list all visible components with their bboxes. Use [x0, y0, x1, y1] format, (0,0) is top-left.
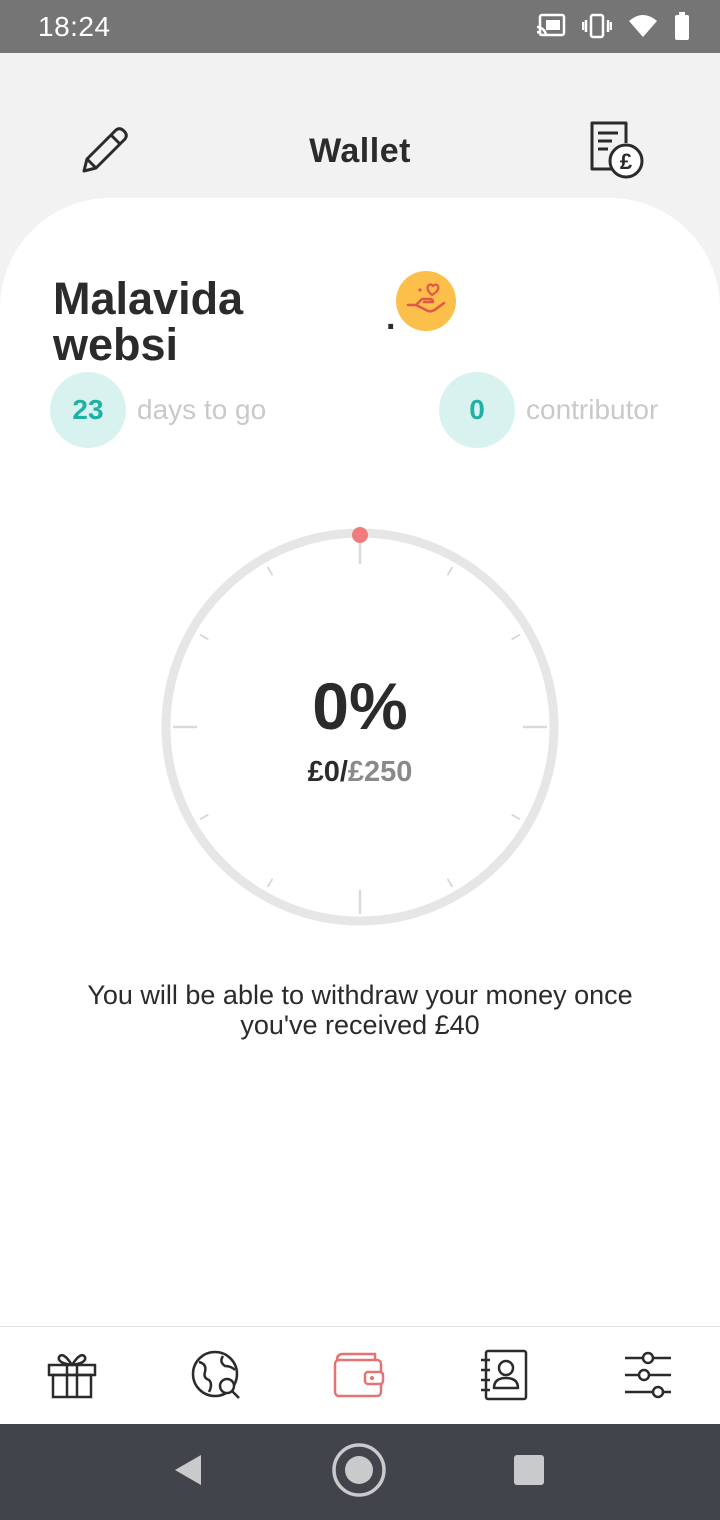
gift-icon	[45, 1349, 99, 1406]
nav-gifts[interactable]	[44, 1349, 100, 1405]
nav-contacts[interactable]	[475, 1349, 531, 1405]
status-bar: 18:24	[0, 0, 720, 53]
gauge-tick	[199, 634, 209, 640]
svg-text:£: £	[620, 149, 633, 174]
system-back-button[interactable]	[158, 1442, 218, 1502]
home-circle-icon	[330, 1441, 388, 1504]
wallet-name-suffix: .	[386, 299, 396, 337]
contacts-icon	[476, 1348, 530, 1407]
recents-square-icon	[513, 1454, 545, 1491]
wifi-icon	[628, 13, 658, 39]
withdraw-note: You will be able to withdraw your money …	[87, 980, 633, 1040]
gauge-tick	[267, 878, 273, 888]
system-nav-bar	[0, 1424, 720, 1520]
nav-settings[interactable]	[620, 1349, 676, 1405]
wallet-icon	[331, 1350, 387, 1405]
invoice-button[interactable]: £	[586, 119, 648, 181]
nav-wallet[interactable]	[331, 1349, 387, 1405]
amount-goal: £250	[347, 756, 413, 788]
back-triangle-icon	[171, 1453, 205, 1492]
contributor-label: contributor	[526, 394, 659, 425]
progress-amount: £0/£250	[0, 756, 720, 789]
amount-raised: £0	[307, 756, 340, 788]
gauge-marker	[352, 527, 368, 543]
nav-explore[interactable]	[188, 1349, 244, 1405]
wallet-name: Malavida websi	[53, 276, 244, 364]
status-time: 18:24	[38, 11, 111, 42]
battery-icon	[674, 12, 690, 40]
days-count: 23	[50, 372, 126, 448]
header: Wallet £	[0, 53, 720, 203]
globe-search-icon	[189, 1348, 243, 1407]
contributor-stat: 0 contributor	[439, 372, 658, 448]
days-label: days to go	[137, 394, 267, 425]
contributor-count: 0	[439, 372, 515, 448]
status-icons	[536, 12, 690, 40]
cast-icon	[536, 13, 566, 39]
bottom-nav	[0, 1326, 720, 1424]
invoice-pound-icon: £	[586, 121, 648, 185]
vibrate-icon	[582, 13, 612, 39]
system-recents-button[interactable]	[499, 1442, 559, 1502]
sliders-icon	[621, 1350, 675, 1405]
gauge-tick	[199, 814, 209, 820]
amount-separator: /	[339, 756, 348, 788]
gauge-tick	[511, 814, 521, 820]
wallet-badge	[396, 271, 456, 331]
hand-heart-icon	[406, 281, 446, 322]
gauge-tick	[267, 566, 273, 576]
gauge-tick	[447, 566, 453, 576]
gauge-tick	[447, 878, 453, 888]
days-to-go-stat: 23 days to go	[50, 372, 266, 448]
wallet-card: Malavida websi . 23 days to go 0 contrib…	[0, 198, 720, 1328]
gauge-tick	[511, 634, 521, 640]
progress-percent: 0%	[312, 669, 408, 743]
system-home-button[interactable]	[329, 1442, 389, 1502]
